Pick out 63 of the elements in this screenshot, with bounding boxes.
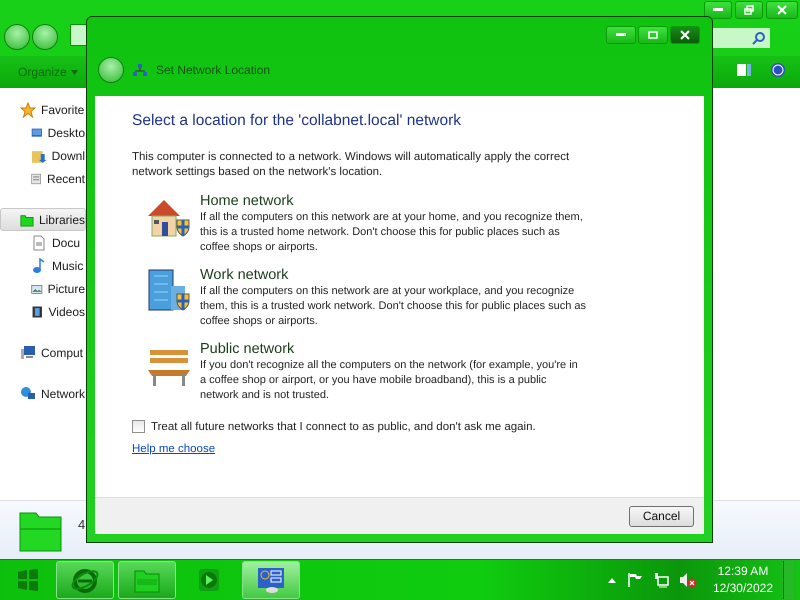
close-icon [680,30,690,40]
film-icon [31,304,44,320]
cancel-button[interactable]: Cancel [629,506,694,526]
nav-item[interactable]: Picture [0,277,86,300]
nav-item[interactable]: Docu [0,231,86,254]
show-hidden-icons-icon[interactable] [606,576,617,584]
computer-icon [20,344,36,360]
control-panel-icon [256,565,286,595]
taskbar-button[interactable] [56,561,114,599]
restore-icon [744,5,754,15]
close-icon [777,5,787,15]
option-title[interactable]: Work network [200,266,586,284]
date-text: 12/30/2022 [712,580,773,597]
caret-icon [70,70,78,74]
nav-item[interactable]: Comput [0,341,86,364]
taskbar-button[interactable] [118,561,176,599]
restore-button[interactable] [735,1,763,19]
nav-item[interactable]: Network [0,382,86,405]
option-title[interactable]: Home network [200,192,583,210]
speaker-muted-icon[interactable] [678,572,697,588]
dialog-title: Set Network Location [156,63,270,77]
checkbox[interactable] [132,420,145,433]
nav-item[interactable]: Libraries [0,208,86,231]
back-button[interactable] [4,24,30,50]
windows-logo-icon [15,567,41,593]
option-description: If all the computers on this network are at your home, and you recognize them, this is a trusted home network. Don't choose this for public places such as coffee shops or airports. [200,210,583,255]
nav-item[interactable]: Music [0,254,86,277]
network-icon [132,63,148,77]
minimize-button[interactable] [606,26,636,44]
preview-pane-icon[interactable] [736,62,752,78]
close-button[interactable] [670,26,700,44]
network-globe-icon [20,386,36,402]
taskbar-button[interactable] [242,561,300,599]
show-desktop-button[interactable] [783,561,794,599]
star-icon [20,102,36,118]
back-button[interactable] [98,57,124,83]
document-icon [31,234,47,250]
dialog-heading: Select a location for the 'collabnet.local' network [132,112,462,130]
nav-item[interactable]: Favorite [0,98,86,121]
nav-item[interactable]: Recent [0,167,86,190]
help-icon[interactable] [770,62,786,78]
help-link[interactable]: Help me choose [132,443,216,455]
time-text: 12:39 AM [718,563,768,580]
flag-icon[interactable] [626,572,643,588]
option-description: If you don't recognize all the computers on the network (for example, you're in a coffee shop or airport, or you have mobile broadband), this is a public network and is not trusted. [200,358,578,403]
forward-button[interactable] [32,24,58,50]
item-count: 4 [78,517,86,532]
network-icon[interactable] [652,572,669,588]
minimize-icon [616,33,626,37]
nav-item[interactable]: Videos [0,300,86,323]
music-note-icon [31,258,47,274]
checkbox-label[interactable]: Treat all future networks that I connect to as public, and don't ask me again. [151,420,536,432]
option-description: If all the computers on this network are at your workplace, and you recognize them, this is a trusted work network. Don't choose this for public places such as coffee shops or airports. [200,284,586,329]
minimize-icon [713,8,723,12]
option-title[interactable]: Public network [200,340,578,358]
nav-item[interactable]: Downl [0,144,86,167]
search-icon [752,31,766,45]
minimize-button[interactable] [704,1,732,19]
intro-text: This computer is connected to a network. Windows will automatically apply the correct network settings based on the network's location. [132,150,570,180]
close-button[interactable] [766,1,798,19]
nav-item[interactable]: Deskto [0,121,86,144]
maximize-button[interactable] [638,26,668,44]
maximize-icon [648,31,658,39]
